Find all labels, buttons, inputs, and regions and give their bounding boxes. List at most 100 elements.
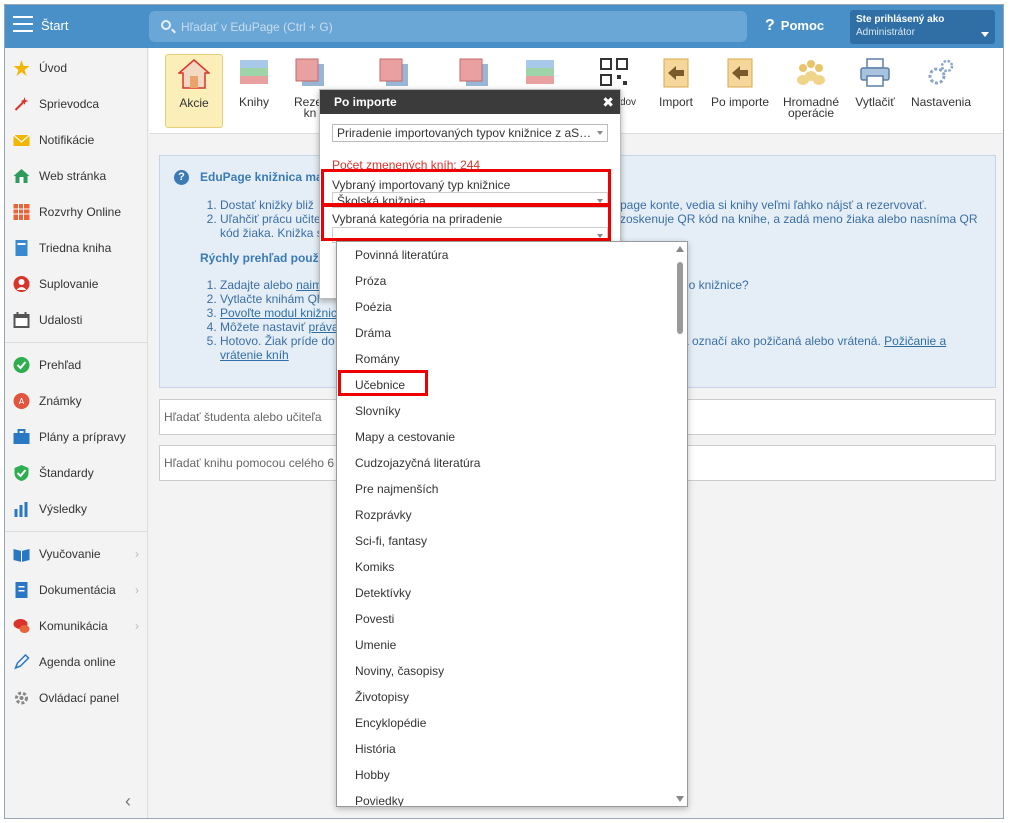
sidebar-item-suplovanie[interactable]: Suplovanie — [5, 266, 147, 302]
sidebar-item-komunikacia[interactable]: Komunikácia › — [5, 608, 147, 644]
sidebar-item-label: Udalosti — [39, 313, 83, 327]
list-item-text: Hotovo. Žiak príde do — [220, 334, 335, 348]
dropdown-option[interactable]: Romány — [337, 346, 687, 372]
mode-select[interactable]: Priradenie importovaných typov knižnice … — [332, 124, 608, 142]
nastavenia-button[interactable]: Nastavenia — [907, 54, 975, 128]
sidebar-item-vysledky[interactable]: Výsledky — [5, 491, 147, 527]
user-menu[interactable]: Ste prihlásený ako Administrátor — [850, 10, 995, 44]
sidebar-item-agenda[interactable]: Agenda online — [5, 644, 147, 680]
start-link[interactable]: Štart — [41, 18, 68, 33]
category-dropdown[interactable]: Povinná literatúra Próza Poézia Dráma Romány… — [336, 241, 688, 807]
sidebar-item-label: Ovládací panel — [39, 691, 120, 705]
hromadne-label: Hromadné operácie — [779, 96, 843, 119]
house-icon — [176, 59, 212, 89]
dropdown-option[interactable]: Poézia — [337, 294, 687, 320]
nastavenia-label: Nastavenia — [910, 95, 972, 109]
pen-icon — [14, 654, 30, 670]
question-icon: ? — [765, 17, 775, 34]
dropdown-option[interactable]: Sci-fi, fantasy — [337, 528, 687, 554]
sidebar-item-uvod[interactable]: Úvod — [5, 50, 147, 86]
stack-icon — [379, 58, 408, 86]
sidebar-item-sprievodca[interactable]: Sprievodca — [5, 86, 147, 122]
po-importe-label: Po importe — [710, 95, 770, 109]
sidebar-item-label: Prehľad — [39, 358, 82, 372]
sidebar-item-label: Dokumentácia — [39, 583, 116, 597]
akcie-button[interactable]: Akcie — [165, 54, 223, 128]
collapse-sidebar-button[interactable]: ‹ — [125, 791, 131, 812]
dropdown-option[interactable]: Povesti — [337, 606, 687, 632]
step-link[interactable]: práva — [309, 320, 339, 334]
import-button[interactable]: Import — [649, 54, 703, 128]
calendar-icon — [13, 312, 30, 328]
dropdown-option[interactable]: Slovníky — [337, 398, 687, 424]
po-importe-button[interactable]: Po importe — [707, 54, 773, 128]
dropdown-option[interactable]: Hobby — [337, 762, 687, 788]
scroll-down-icon[interactable] — [676, 796, 684, 802]
sidebar: Úvod Sprievodca Notifikácie Web stránka … — [5, 48, 148, 818]
quick-overview-title: Rýchly prehľad použ — [200, 251, 319, 265]
sidebar-item-label: Agenda online — [39, 655, 116, 669]
dropdown-option[interactable]: Mapy a cestovanie — [337, 424, 687, 450]
top-bar: Štart ? Pomoc Ste prihlásený ako Administ… — [5, 5, 1003, 48]
sidebar-item-rozvrhy[interactable]: Rozvrhy Online — [5, 194, 147, 230]
sidebar-item-ovladaci-panel[interactable]: Ovládací panel — [5, 680, 147, 716]
dropdown-option[interactable]: Noviny, časopisy — [337, 658, 687, 684]
document-icon — [15, 582, 28, 598]
dropdown-option[interactable]: Životopisy — [337, 684, 687, 710]
sidebar-item-triedna-kniha[interactable]: Triedna kniha — [5, 230, 147, 266]
dropdown-option[interactable]: Dráma — [337, 320, 687, 346]
dropdown-list: Povinná literatúra Próza Poézia Dráma Romány… — [337, 242, 687, 806]
scroll-up-icon[interactable] — [676, 246, 684, 252]
sidebar-item-label: Rozvrhy Online — [39, 205, 122, 219]
check-circle-icon — [13, 357, 30, 373]
sidebar-item-standardy[interactable]: Štandardy — [5, 455, 147, 491]
highlight-category — [321, 203, 611, 241]
step-link[interactable]: vrátenie kníh — [220, 348, 289, 362]
grade-icon: A — [13, 393, 30, 409]
sidebar-item-vyucovanie[interactable]: Vyučovanie › — [5, 536, 147, 572]
dropdown-option[interactable]: Komiks — [337, 554, 687, 580]
sidebar-item-udalosti[interactable]: Udalosti — [5, 302, 147, 338]
dropdown-option[interactable]: Encyklopédie — [337, 710, 687, 736]
sidebar-item-znamky[interactable]: A Známky — [5, 383, 147, 419]
search-icon — [161, 20, 171, 30]
books-icon — [526, 60, 554, 84]
user-line2: Administrátor — [856, 27, 915, 38]
pozicanie-link[interactable]: Požičanie a — [884, 334, 946, 348]
vytlacit-button[interactable]: Vytlačiť — [849, 54, 901, 128]
sidebar-item-web-stranka[interactable]: Web stránka — [5, 158, 147, 194]
hromadne-operacie-button[interactable]: Hromadné operácie — [779, 54, 843, 128]
dropdown-option[interactable]: Detektívky — [337, 580, 687, 606]
dropdown-option[interactable]: Próza — [337, 268, 687, 294]
dropdown-option[interactable]: História — [337, 736, 687, 762]
envelope-icon — [13, 134, 30, 146]
search-input[interactable] — [181, 17, 721, 37]
menu-icon[interactable] — [13, 16, 33, 32]
close-icon[interactable]: ✖ — [602, 90, 614, 114]
dropdown-option[interactable]: Povinná literatúra — [337, 242, 687, 268]
dropdown-scrollbar[interactable] — [673, 242, 687, 806]
dropdown-option[interactable]: Umenie — [337, 632, 687, 658]
group-icon — [797, 60, 825, 85]
bar-chart-icon — [14, 502, 28, 517]
sidebar-item-label: Výsledky — [39, 502, 88, 516]
qr-code-icon — [600, 58, 628, 86]
step-link[interactable]: Povoľte modul knižnic — [220, 306, 337, 320]
list-item-text: a označí ako požičaná alebo vrátená. — [682, 334, 885, 348]
sidebar-item-plany[interactable]: Plány a prípravy — [5, 419, 147, 455]
dropdown-option[interactable]: Pre najmenších — [337, 476, 687, 502]
dropdown-option[interactable]: Rozprávky — [337, 502, 687, 528]
star-icon — [13, 60, 30, 76]
dropdown-option[interactable]: Cudzojazyčná literatúra — [337, 450, 687, 476]
question-circle-icon: ? — [174, 170, 189, 185]
global-search[interactable] — [149, 11, 747, 42]
scroll-thumb[interactable] — [677, 262, 683, 334]
knihy-button[interactable]: Knihy — [229, 54, 279, 128]
sidebar-item-notifikacie[interactable]: Notifikácie — [5, 122, 147, 158]
help-button[interactable]: ? Pomoc — [765, 17, 824, 35]
gears-icon — [928, 59, 954, 85]
sidebar-item-prehlad[interactable]: Prehľad — [5, 347, 147, 383]
dropdown-option[interactable]: Poviedky — [337, 788, 687, 806]
sidebar-item-dokumentacia[interactable]: Dokumentácia › — [5, 572, 147, 608]
briefcase-icon — [13, 429, 30, 444]
